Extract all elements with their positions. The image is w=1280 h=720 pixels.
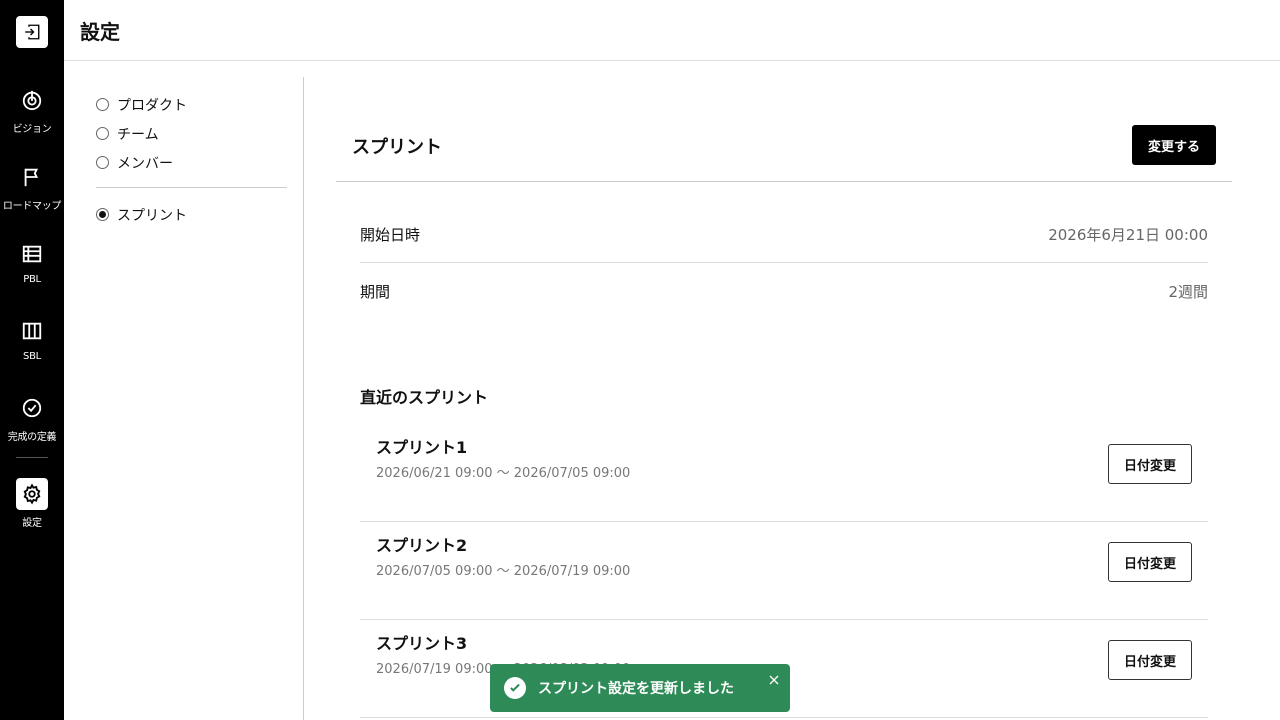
settings-nav-team[interactable]: チーム bbox=[96, 119, 287, 148]
sprint-section-header: スプリント 変更する bbox=[336, 125, 1232, 182]
rail-divider bbox=[16, 457, 48, 458]
sprint-name: スプリント2 bbox=[376, 536, 468, 555]
left-rail: ビジョン ロードマップ PBL SBL 完成の定義 設定 bbox=[0, 0, 64, 720]
radio-button[interactable] bbox=[96, 127, 109, 140]
rail-item-pbl[interactable]: PBL bbox=[0, 238, 64, 298]
section-title: スプリント bbox=[352, 137, 442, 158]
sprint-row: スプリント1 2026/06/21 09:00 〜 2026/07/05 09:… bbox=[360, 424, 1208, 522]
rail-item-sbl[interactable]: SBL bbox=[0, 315, 64, 375]
field-label: 開始日時 bbox=[360, 225, 421, 244]
radio-button-selected[interactable] bbox=[96, 208, 109, 221]
radio-button[interactable] bbox=[96, 156, 109, 169]
field-start-datetime: 開始日時 2026年6月21日 00:00 bbox=[360, 206, 1208, 263]
sprint-name: スプリント3 bbox=[376, 634, 468, 653]
radio-button[interactable] bbox=[96, 98, 109, 111]
columns-icon bbox=[16, 315, 48, 347]
recent-sprints-title: 直近のスプリント bbox=[360, 388, 489, 407]
settings-nav-divider bbox=[96, 187, 287, 188]
app-logo[interactable] bbox=[16, 16, 48, 48]
page-header: 設定 bbox=[64, 0, 1280, 61]
field-value: 2026年6月21日 00:00 bbox=[1048, 225, 1208, 244]
rail-item-label: ビジョン bbox=[12, 124, 52, 135]
close-icon[interactable] bbox=[766, 672, 782, 688]
settings-nav-members[interactable]: メンバー bbox=[96, 148, 287, 177]
settings-nav-sprint[interactable]: スプリント bbox=[96, 200, 287, 229]
sprint-row: スプリント2 2026/07/05 09:00 〜 2026/07/19 09:… bbox=[360, 522, 1208, 620]
settings-nav: プロダクト チーム メンバー スプリント bbox=[96, 90, 287, 229]
page-title: 設定 bbox=[80, 20, 120, 44]
settings-nav-product[interactable]: プロダクト bbox=[96, 90, 287, 119]
field-duration: 期間 2週間 bbox=[360, 263, 1208, 320]
field-value: 2週間 bbox=[1168, 283, 1208, 301]
target-icon bbox=[16, 84, 48, 116]
change-date-button[interactable]: 日付変更 bbox=[1107, 444, 1192, 484]
settings-nav-label: プロダクト bbox=[117, 97, 187, 114]
rail-item-label: PBL bbox=[23, 274, 41, 285]
field-label: 期間 bbox=[360, 283, 391, 301]
settings-nav-label: スプリント bbox=[117, 207, 187, 224]
rail-item-label: ロードマップ bbox=[2, 201, 62, 212]
change-button[interactable]: 変更する bbox=[1131, 125, 1216, 165]
rail-item-vision[interactable]: ビジョン bbox=[0, 84, 64, 144]
toast-message: スプリント設定を更新しました bbox=[538, 681, 734, 697]
exit-arrow-icon bbox=[25, 24, 40, 40]
gear-icon bbox=[16, 478, 48, 510]
rail-item-settings[interactable]: 設定 bbox=[0, 478, 64, 538]
rail-item-definition-of-done[interactable]: 完成の定義 bbox=[0, 392, 64, 452]
check-circle-icon bbox=[16, 392, 48, 424]
rail-item-roadmap[interactable]: ロードマップ bbox=[0, 161, 64, 221]
rail-item-label: 設定 bbox=[22, 518, 42, 529]
sprint-name: スプリント1 bbox=[376, 438, 468, 457]
success-toast: スプリント設定を更新しました bbox=[490, 664, 790, 712]
check-circle-icon bbox=[504, 677, 526, 699]
sprint-range: 2026/07/05 09:00 〜 2026/07/19 09:00 bbox=[376, 564, 631, 579]
change-date-button[interactable]: 日付変更 bbox=[1107, 542, 1192, 582]
rail-item-label: 完成の定義 bbox=[7, 432, 57, 443]
settings-nav-label: チーム bbox=[117, 126, 159, 143]
list-icon bbox=[16, 238, 48, 270]
flag-icon bbox=[16, 161, 48, 193]
settings-nav-label: メンバー bbox=[117, 155, 173, 172]
change-date-button[interactable]: 日付変更 bbox=[1107, 640, 1192, 680]
rail-item-label: SBL bbox=[23, 351, 41, 362]
sprint-range: 2026/06/21 09:00 〜 2026/07/05 09:00 bbox=[376, 466, 631, 481]
panel-divider bbox=[303, 77, 304, 720]
